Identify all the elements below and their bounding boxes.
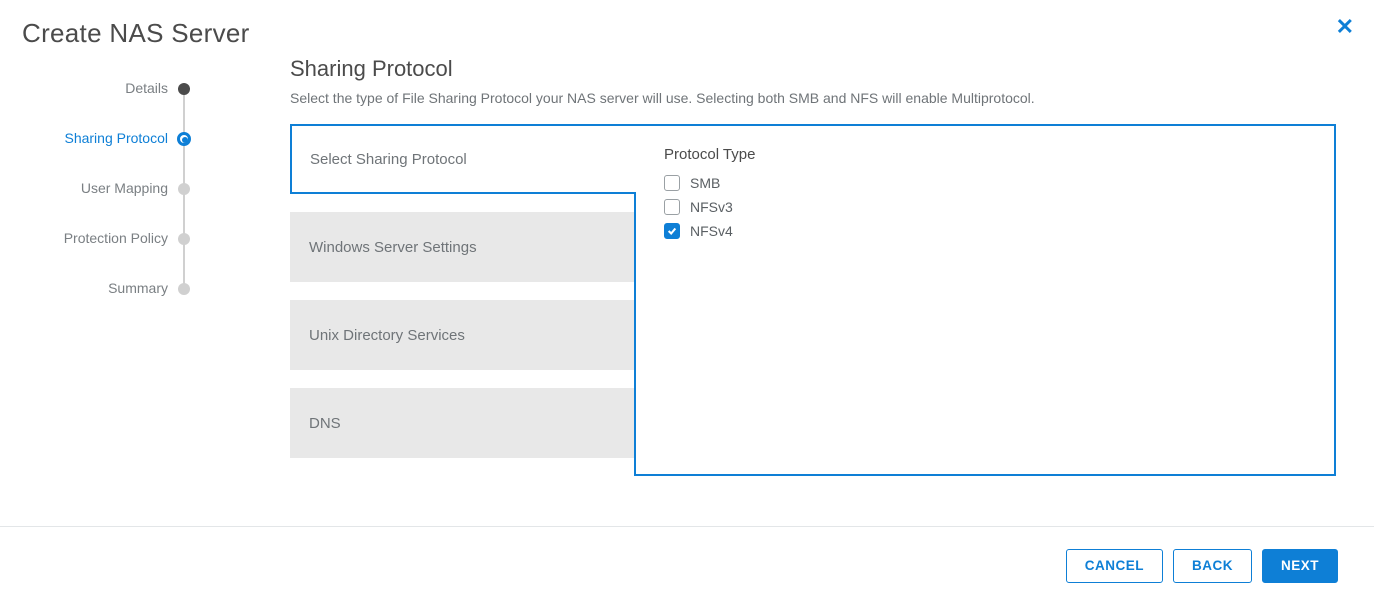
checkbox-icon[interactable] <box>664 199 680 215</box>
step-protection-policy[interactable]: Protection Policy <box>0 230 200 280</box>
option-nfsv4[interactable]: NFSv4 <box>664 223 1306 239</box>
checkbox-icon[interactable] <box>664 223 680 239</box>
step-label: User Mapping <box>81 180 168 196</box>
subsection-list: Select Sharing Protocol Windows Server S… <box>290 124 636 476</box>
option-label: SMB <box>690 175 720 191</box>
option-smb[interactable]: SMB <box>664 175 1306 191</box>
card-label: DNS <box>309 415 341 432</box>
step-summary[interactable]: Summary <box>0 280 200 330</box>
card-label: Unix Directory Services <box>309 327 465 344</box>
option-nfsv3[interactable]: NFSv3 <box>664 199 1306 215</box>
step-label: Summary <box>108 280 168 296</box>
back-button[interactable]: BACK <box>1173 549 1252 583</box>
option-label: NFSv4 <box>690 223 733 239</box>
step-dot-icon <box>178 233 190 245</box>
panel-heading: Protocol Type <box>664 146 1306 163</box>
card-label: Windows Server Settings <box>309 239 477 256</box>
config-area: Select Sharing Protocol Windows Server S… <box>290 124 1338 484</box>
step-dot-icon <box>178 83 190 95</box>
card-windows-server-settings[interactable]: Windows Server Settings <box>290 212 636 282</box>
card-select-sharing-protocol[interactable]: Select Sharing Protocol <box>290 124 636 194</box>
step-dot-icon <box>177 132 191 146</box>
step-label: Sharing Protocol <box>64 130 168 146</box>
wizard-stepper: Details Sharing Protocol User Mapping Pr… <box>0 80 200 330</box>
checkbox-icon[interactable] <box>664 175 680 191</box>
card-unix-directory-services[interactable]: Unix Directory Services <box>290 300 636 370</box>
step-label: Details <box>125 80 168 96</box>
step-dot-icon <box>178 183 190 195</box>
cancel-button[interactable]: CANCEL <box>1066 549 1163 583</box>
step-dot-icon <box>178 283 190 295</box>
next-button[interactable]: NEXT <box>1262 549 1338 583</box>
step-label: Protection Policy <box>64 230 168 246</box>
close-icon[interactable]: ✕ <box>1336 16 1354 38</box>
main-content: Sharing Protocol Select the type of File… <box>290 56 1340 484</box>
dialog-title: Create NAS Server <box>22 18 250 49</box>
option-label: NFSv3 <box>690 199 733 215</box>
step-sharing-protocol[interactable]: Sharing Protocol <box>0 130 200 180</box>
wizard-footer: CANCEL BACK NEXT <box>0 526 1374 604</box>
section-title: Sharing Protocol <box>290 56 1340 82</box>
card-label: Select Sharing Protocol <box>310 151 467 168</box>
step-details[interactable]: Details <box>0 80 200 130</box>
section-description: Select the type of File Sharing Protocol… <box>290 90 1340 106</box>
protocol-type-panel: Protocol Type SMB NFSv3 NFSv4 <box>634 124 1336 476</box>
card-dns[interactable]: DNS <box>290 388 636 458</box>
step-user-mapping[interactable]: User Mapping <box>0 180 200 230</box>
